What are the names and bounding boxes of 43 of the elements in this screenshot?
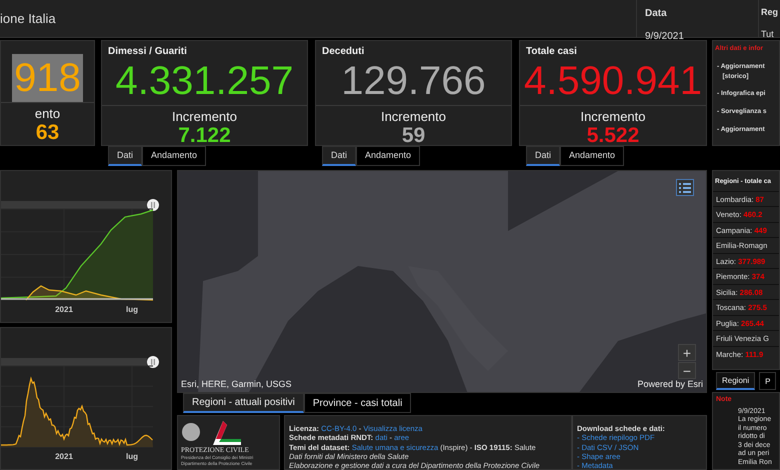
list-icon bbox=[678, 182, 692, 194]
increment-value: 5.522 bbox=[586, 124, 640, 148]
tab[interactable]: Andamento bbox=[560, 146, 624, 166]
tab[interactable]: Dati bbox=[108, 146, 142, 166]
increment-label: Incremento bbox=[380, 109, 446, 124]
page-title: ione Italia bbox=[0, 10, 56, 28]
axis-tick-label: 2021 bbox=[55, 452, 73, 461]
tab[interactable]: Andamento bbox=[142, 146, 206, 166]
big-number: 129.766 bbox=[341, 58, 486, 105]
big-number: 4.331.257 bbox=[116, 58, 294, 105]
field-label: Data bbox=[645, 7, 668, 21]
axis-tick-label: lug bbox=[126, 452, 138, 461]
tab[interactable]: Dati bbox=[322, 146, 356, 166]
increment-value: 59 bbox=[402, 124, 426, 148]
big-number: 918 bbox=[12, 54, 83, 102]
field-label: Reg bbox=[761, 6, 780, 19]
tab[interactable]: Andamento bbox=[356, 146, 420, 166]
field-value: 9/9/2021 bbox=[645, 30, 685, 44]
powered-by-text: Powered by Esri bbox=[637, 378, 703, 391]
increment-value: 7.122 bbox=[178, 124, 231, 148]
axis-tick-label: 2021 bbox=[55, 305, 73, 314]
pause-icon[interactable] bbox=[147, 199, 159, 211]
map[interactable]: + − Esri, HERE, Garmin, USGS Powered by Esri bbox=[177, 170, 707, 393]
tab[interactable]: Regioni bbox=[716, 372, 756, 390]
tab[interactable]: Province - casi totali bbox=[304, 393, 412, 413]
tab[interactable]: P bbox=[759, 372, 776, 390]
legend-button[interactable] bbox=[676, 179, 694, 196]
tab[interactable]: Regioni - attuali positivi bbox=[183, 393, 304, 413]
increment-value: 63 bbox=[36, 121, 60, 145]
increment-label: Incremento bbox=[580, 109, 646, 124]
field-value: Tut bbox=[761, 28, 775, 40]
big-number: 4.590.941 bbox=[524, 58, 702, 105]
tab[interactable]: Dati bbox=[526, 146, 560, 166]
increment-label: Incremento bbox=[172, 109, 238, 124]
map-attribution: Esri, HERE, Garmin, USGS bbox=[181, 378, 292, 390]
card-title: Deceduti bbox=[322, 46, 364, 57]
card-title: Dimessi / Guariti bbox=[108, 46, 187, 57]
pause-icon[interactable] bbox=[147, 356, 159, 368]
zoom-in-button[interactable]: + bbox=[678, 344, 696, 361]
increment-label: ento bbox=[34, 106, 60, 121]
card-title: Totale casi bbox=[526, 46, 577, 57]
zoom-out-button[interactable]: − bbox=[678, 362, 696, 379]
axis-tick-label: lug bbox=[126, 305, 138, 314]
